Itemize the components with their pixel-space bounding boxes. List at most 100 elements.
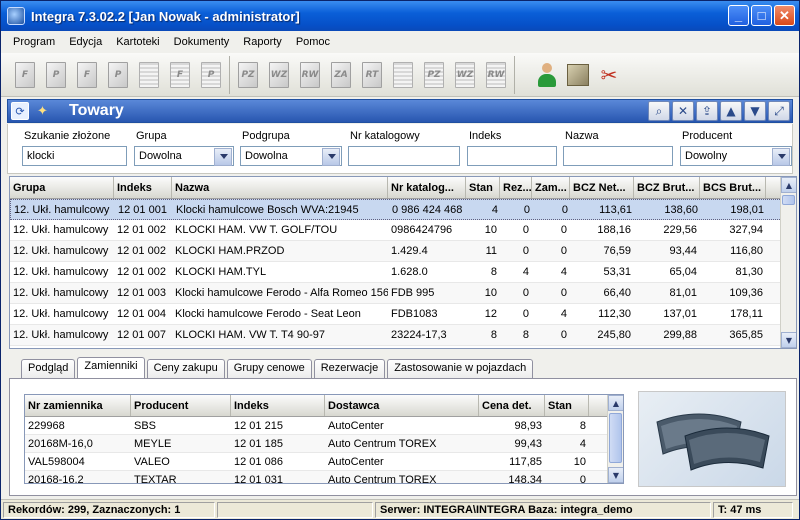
table-cell: 4: [522, 266, 529, 278]
restore-icon[interactable]: ⤢: [768, 101, 790, 121]
main-toolbar: F P F P F P PZ WZ RW ZA RT PZ WZ RW ✂: [1, 53, 799, 97]
table-row[interactable]: 12. Ukł. hamulcowy 12 01 002 KLOCKI HAM. V…: [10, 220, 796, 241]
receipt-list-icon[interactable]: P: [197, 59, 225, 91]
pz-list-icon[interactable]: PZ: [420, 59, 448, 91]
tab-zastosowanie[interactable]: Zastosowanie w pojazdach: [387, 359, 534, 378]
col-producent[interactable]: Producent: [131, 395, 231, 416]
search-input[interactable]: klocki: [22, 146, 127, 166]
receipt-doc-icon[interactable]: P: [42, 59, 70, 91]
producent-select[interactable]: Dowolny: [680, 146, 792, 166]
col-nr-zamiennika[interactable]: Nr zamiennika: [25, 395, 131, 416]
menu-raporty[interactable]: Raporty: [243, 36, 282, 48]
tab-zamienniki[interactable]: Zamienniki: [77, 357, 145, 378]
maximize-button[interactable]: □: [751, 5, 772, 26]
scroll-thumb[interactable]: [782, 195, 795, 205]
filter-panel: Szukanie złożone klocki Grupa Dowolna Po…: [7, 124, 793, 174]
table-row[interactable]: 12. Ukł. hamulcowy 12 01 003 Klocki hamulc…: [10, 283, 796, 304]
table-row[interactable]: 12. Ukł. hamulcowy 12 01 007 KLOCKI HAM. V…: [10, 325, 796, 346]
col-sub-indeks[interactable]: Indeks: [231, 395, 325, 416]
table-row[interactable]: 12. Ukł. hamulcowy 12 01 004 Klocki hamulc…: [10, 304, 796, 325]
col-sub-stan[interactable]: Stan: [545, 395, 589, 416]
podgrupa-select[interactable]: Dowolna: [240, 146, 342, 166]
table-row[interactable]: 12. Ukł. hamulcowy 12 01 002 KLOCKI HAM.PR…: [10, 241, 796, 262]
search-icon[interactable]: ⌕: [648, 101, 670, 121]
table-cell: 12 01 001: [118, 203, 167, 216]
list-cell: 10: [573, 455, 586, 468]
app-icon[interactable]: [7, 7, 25, 25]
col-bcs-brut[interactable]: BCS Brut...: [700, 177, 766, 198]
invoice-list-icon[interactable]: F: [166, 59, 194, 91]
col-grupa[interactable]: Grupa: [10, 177, 114, 198]
table-cell: KLOCKI HAM.TYL: [175, 266, 267, 278]
menu-kartoteki[interactable]: Kartoteki: [116, 36, 159, 48]
col-nrkat[interactable]: Nr katalog...: [388, 177, 466, 198]
list-item[interactable]: 20168M-16,0 MEYLE 12 01 185 Auto Centrum TO…: [25, 435, 623, 453]
table-row[interactable]: 12. Ukł. hamulcowy 12 01 002 KLOCKI HAM.TY…: [10, 262, 796, 283]
download-icon[interactable]: ▼: [744, 101, 766, 121]
scroll-down-icon[interactable]: ▼: [781, 332, 796, 348]
invoice-doc-icon[interactable]: F: [11, 59, 39, 91]
col-indeks[interactable]: Indeks: [114, 177, 172, 198]
close-button[interactable]: ✕: [774, 5, 795, 26]
list-item[interactable]: VAL598004 VALEO 12 01 086 AutoCenter 117,85 1…: [25, 453, 623, 471]
grid-scrollbar[interactable]: ▲ ▼: [780, 177, 796, 348]
scroll-up-icon[interactable]: ▲: [781, 177, 796, 193]
wz-doc-icon[interactable]: WZ: [265, 59, 293, 91]
za-doc-icon[interactable]: ZA: [327, 59, 355, 91]
tools-icon[interactable]: ✂: [595, 59, 623, 91]
title-bar[interactable]: Integra 7.3.02.2 [Jan Nowak - administra…: [1, 1, 799, 31]
table-cell: 12. Ukł. hamulcowy: [13, 329, 109, 341]
substitutes-scrollbar[interactable]: ▲ ▼: [607, 395, 623, 483]
product-image: [638, 391, 786, 487]
menu-edycja[interactable]: Edycja: [69, 36, 102, 48]
rw-doc-icon[interactable]: RW: [296, 59, 324, 91]
rw-list-icon[interactable]: RW: [482, 59, 510, 91]
up-arrow-icon[interactable]: ▲: [720, 101, 742, 121]
table-cell: FDB1083: [391, 308, 438, 320]
minimize-button[interactable]: _: [728, 5, 749, 26]
wz-list-icon[interactable]: WZ: [451, 59, 479, 91]
list-item[interactable]: 20168-16,2 TEXTAR 12 01 031 Auto Centrum TO…: [25, 471, 623, 483]
rt-doc-icon[interactable]: RT: [358, 59, 386, 91]
indeks-input[interactable]: [467, 146, 557, 166]
toolbar-group-warehouse: PZ WZ RW ZA RT PZ WZ RW: [230, 55, 515, 94]
scroll-thumb[interactable]: [609, 413, 622, 463]
tab-podglad[interactable]: Podgląd: [21, 359, 76, 378]
tab-grupy-cenowe[interactable]: Grupy cenowe: [226, 359, 312, 378]
warehouse-list-icon[interactable]: [389, 59, 417, 91]
col-cena-det[interactable]: Cena det.: [479, 395, 545, 416]
table-row[interactable]: 12. Ukł. hamulcowy 12 01 001 Klocki hamulc…: [10, 199, 796, 220]
table-cell: 109,36: [729, 287, 763, 299]
table-cell: 81,30: [735, 266, 763, 278]
document-list-icon[interactable]: [135, 59, 163, 91]
col-rez[interactable]: Rez...: [500, 177, 532, 198]
list-item[interactable]: 229968 SBS 12 01 215 AutoCenter 98,93 8: [25, 417, 623, 435]
clear-filter-icon[interactable]: ✕: [672, 101, 694, 121]
col-nazwa[interactable]: Nazwa: [172, 177, 388, 198]
scroll-down-icon[interactable]: ▼: [608, 467, 623, 483]
tab-rezerwacje[interactable]: Rezerwacje: [313, 359, 386, 378]
export-icon[interactable]: ⇪: [696, 101, 718, 121]
refresh-icon[interactable]: ⟳: [11, 102, 29, 120]
tab-ceny-zakupu[interactable]: Ceny zakupu: [146, 359, 225, 378]
col-dostawca[interactable]: Dostawca: [325, 395, 479, 416]
table-cell: 8: [522, 329, 529, 341]
user-icon[interactable]: [533, 59, 561, 91]
invoice-add-icon[interactable]: F: [73, 59, 101, 91]
col-zam[interactable]: Zam...: [532, 177, 570, 198]
table-cell: 0: [522, 287, 529, 299]
table-cell: 0: [561, 203, 568, 216]
receipt-add-icon[interactable]: P: [104, 59, 132, 91]
package-icon[interactable]: [564, 59, 592, 91]
nrkat-input[interactable]: [348, 146, 460, 166]
pz-doc-icon[interactable]: PZ: [234, 59, 262, 91]
scroll-up-icon[interactable]: ▲: [608, 395, 623, 411]
menu-dokumenty[interactable]: Dokumenty: [174, 36, 230, 48]
grupa-select[interactable]: Dowolna: [134, 146, 234, 166]
menu-pomoc[interactable]: Pomoc: [296, 36, 330, 48]
col-stan[interactable]: Stan: [466, 177, 500, 198]
col-bcz-net[interactable]: BCZ Net...: [570, 177, 634, 198]
nazwa-input[interactable]: [563, 146, 673, 166]
menu-program[interactable]: Program: [13, 36, 55, 48]
col-bcz-brut[interactable]: BCZ Brut...: [634, 177, 700, 198]
